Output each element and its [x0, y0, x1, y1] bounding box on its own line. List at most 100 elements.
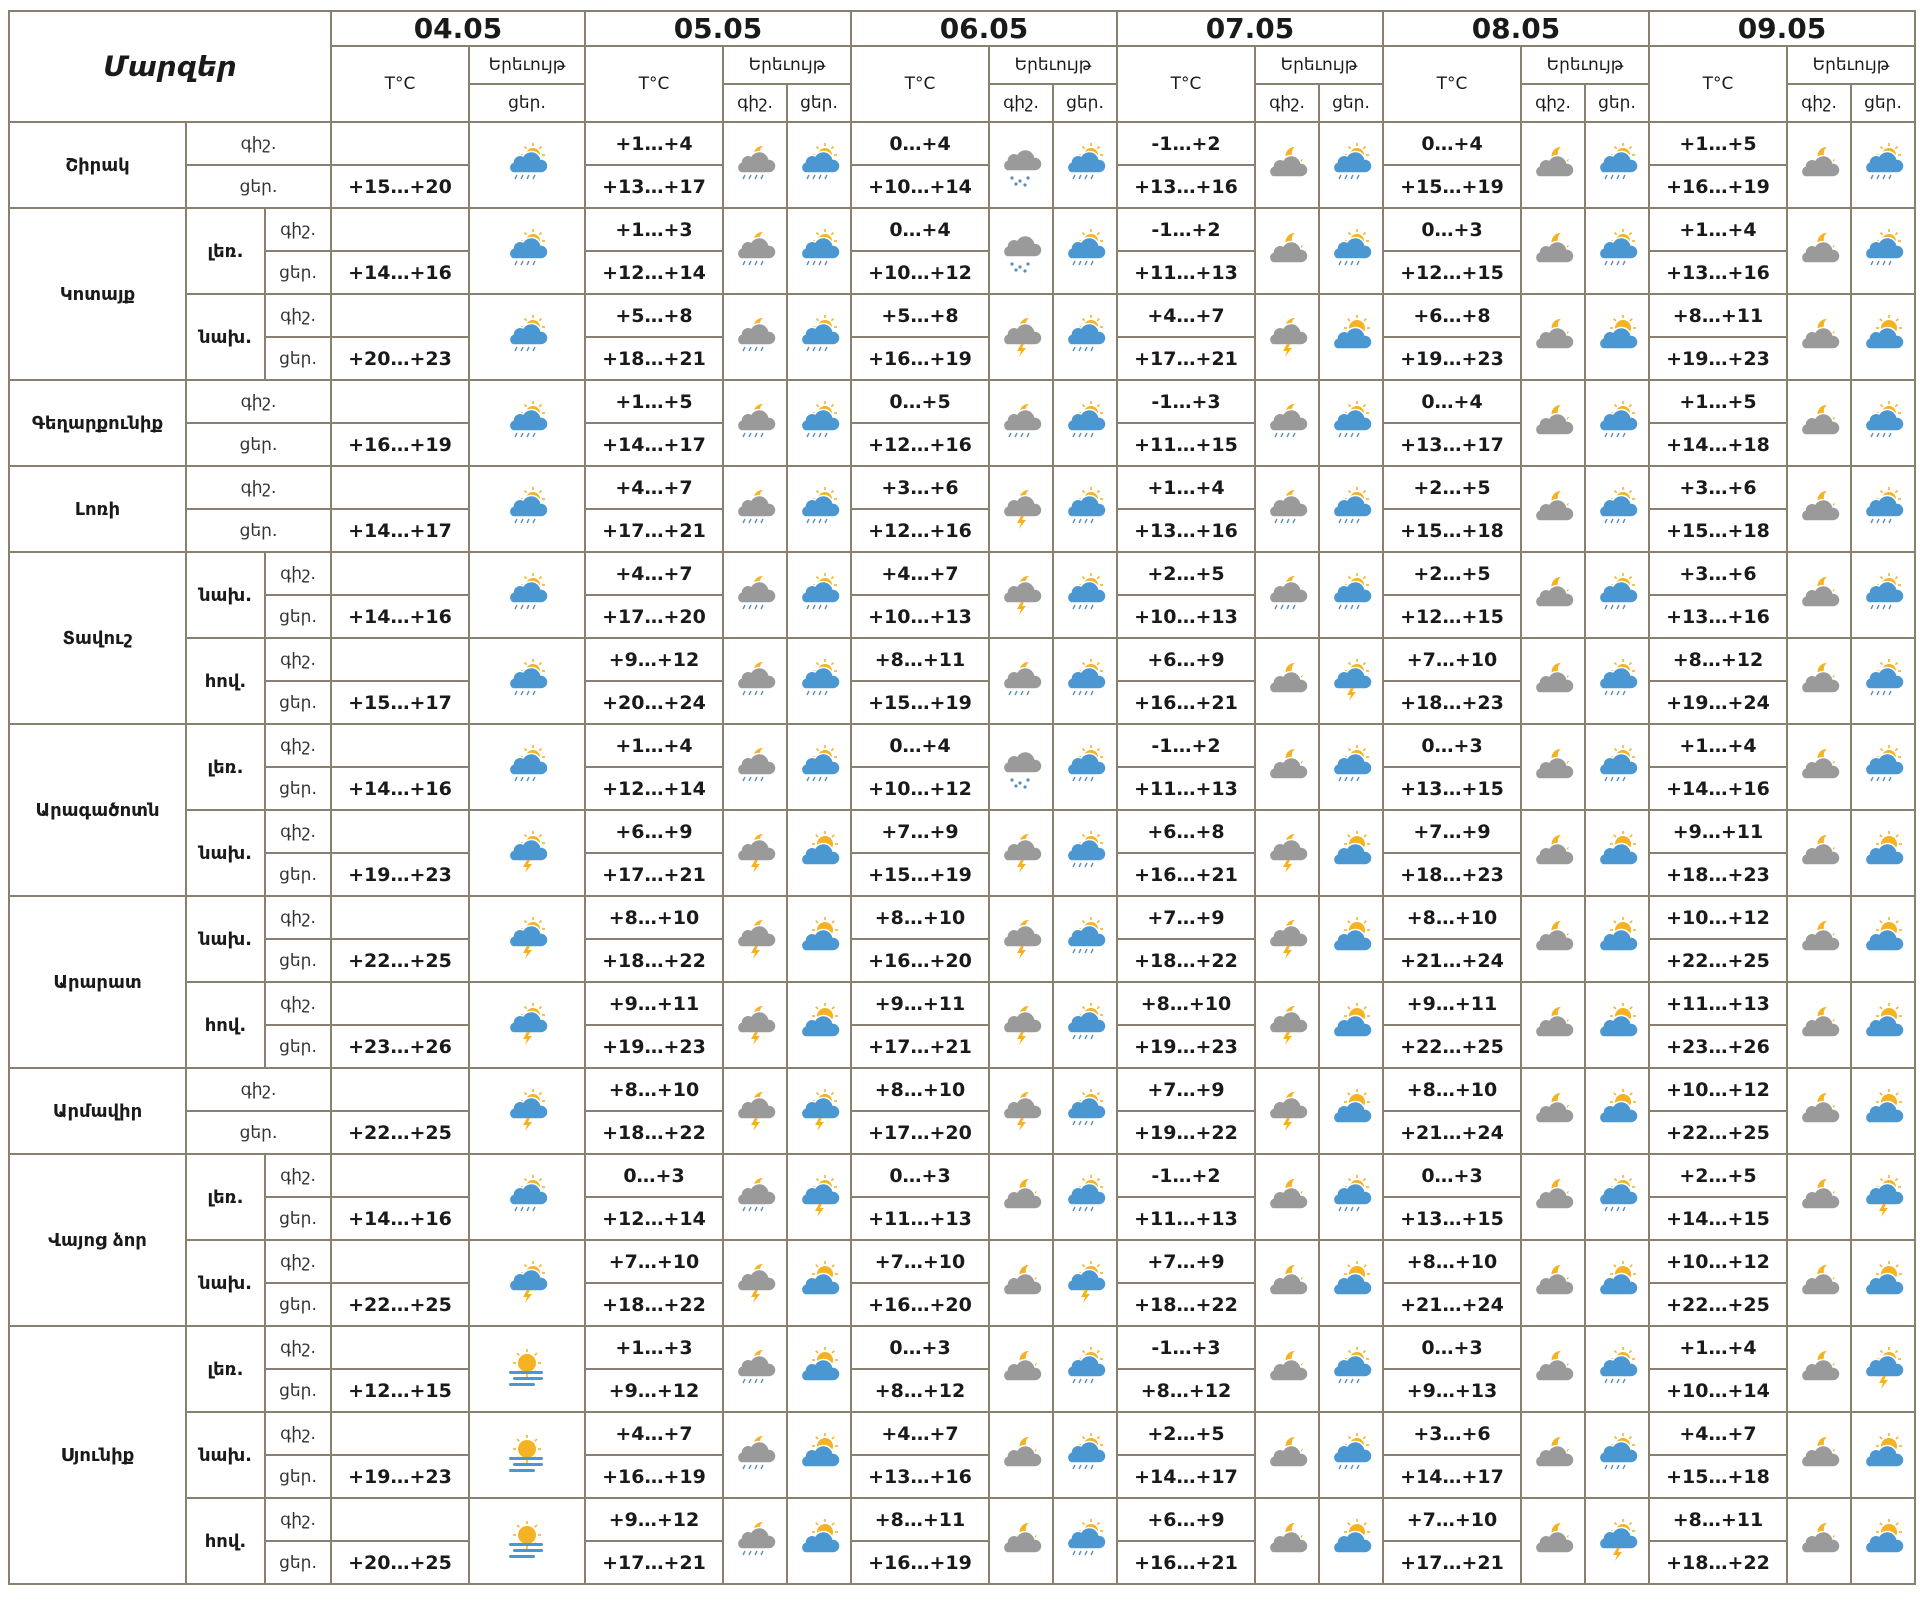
- sun-cloud-rain-icon: [1332, 1175, 1373, 1212]
- night-temp: 0…+4: [850, 121, 990, 166]
- day-weather-icon-cell: [1584, 895, 1650, 983]
- day-temp: +21…+24: [1382, 1282, 1522, 1327]
- night-temp: +1…+5: [1648, 379, 1788, 424]
- night-temp: 0…+4: [850, 723, 990, 768]
- date-header: 05.05: [584, 10, 852, 47]
- day-temp: +12…+16: [850, 508, 990, 553]
- night-label: գիշ.: [264, 981, 332, 1026]
- moon-cloud-icon: [1268, 1436, 1309, 1468]
- night-weather-icon-cell: [1786, 293, 1852, 381]
- night-label: գիշ.: [264, 207, 332, 252]
- night-subheader: գիշ.: [988, 83, 1054, 123]
- night-weather-icon-cell: [722, 895, 788, 983]
- day-temp: +22…+25: [1648, 1110, 1788, 1155]
- day-temp: +11…+13: [850, 1196, 990, 1241]
- day-weather-icon-cell: [1850, 379, 1916, 467]
- moon-cloud-icon: [1534, 232, 1575, 264]
- table-row: Կոտայք լեռ. գիշ. +1…+3 0…+4 -1…+2 0…+3 +1…+4: [8, 207, 1916, 381]
- day-label: ցեր.: [264, 680, 332, 725]
- sun-cloud-icon: [800, 1347, 841, 1382]
- night-temp: +4…+7: [1648, 1411, 1788, 1456]
- day-weather-icon-cell: [1052, 1325, 1118, 1413]
- night-weather-icon-cell: [1520, 895, 1586, 983]
- sun-cloud-rain-icon: [1066, 315, 1107, 352]
- sun-cloud-icon: [1864, 315, 1905, 350]
- sun-cloud-rain-icon: [1864, 229, 1905, 266]
- sun-fog-icon: [509, 1521, 543, 1558]
- moon-cloud-icon: [1800, 748, 1841, 780]
- moon-cloud-rain-icon: [736, 1349, 777, 1384]
- day-label: ցեր.: [264, 1368, 332, 1413]
- day-temp: +12…+15: [330, 1368, 470, 1413]
- day-temp: +22…+25: [330, 938, 470, 983]
- sun-cloud-storm-icon: [508, 831, 549, 873]
- day-weather-icon-cell: [1052, 1067, 1118, 1155]
- sun-cloud-icon: [800, 1003, 841, 1038]
- sun-cloud-icon: [1598, 1261, 1639, 1296]
- sun-cloud-rain-icon: [800, 487, 841, 524]
- weather-icon-cell: [468, 637, 586, 725]
- night-weather-icon-cell: [988, 379, 1054, 467]
- day-temp: +17…+21: [584, 1540, 724, 1585]
- day-weather-icon-cell: [1052, 551, 1118, 639]
- moon-cloud-icon: [1534, 1092, 1575, 1124]
- night-temp: +7…+10: [1382, 637, 1522, 682]
- night-weather-icon-cell: [1254, 981, 1320, 1069]
- sun-cloud-rain-icon: [1066, 745, 1107, 782]
- day-weather-icon-cell: [1584, 379, 1650, 467]
- day-temp: +19…+23: [1382, 336, 1522, 381]
- sun-cloud-icon: [800, 917, 841, 952]
- weather-icon-cell: [468, 981, 586, 1069]
- moon-cloud-storm-icon: [1268, 833, 1309, 873]
- day-temp: +12…+14: [584, 766, 724, 811]
- day-temp: +16…+20: [850, 1282, 990, 1327]
- region-name: Արագածոտն: [8, 723, 187, 897]
- moon-cloud-icon: [1800, 318, 1841, 350]
- night-weather-icon-cell: [988, 637, 1054, 725]
- day-temp: +10…+12: [850, 766, 990, 811]
- day-temp: +14…+16: [330, 250, 470, 295]
- table-row: Գեղարքունիք գիշ. +1…+5 0…+5 -1…+3 0…+4 +1…+5: [8, 379, 1916, 467]
- day-weather-icon-cell: [1584, 121, 1650, 209]
- day-temp: +22…+25: [330, 1282, 470, 1327]
- day-label: ցեր.: [264, 336, 332, 381]
- moon-cloud-rain-icon: [1002, 403, 1043, 438]
- weather-icon-cell: [468, 551, 586, 639]
- day-temp: +9…+12: [584, 1368, 724, 1413]
- day-weather-icon-cell: [1584, 1411, 1650, 1499]
- sun-cloud-storm-icon: [1864, 1347, 1905, 1389]
- day-temp: +13…+16: [1648, 250, 1788, 295]
- phenomena-header: Երեւույթ: [1786, 45, 1916, 85]
- sun-cloud-storm-icon: [1066, 1261, 1107, 1303]
- day-temp: +14…+17: [1116, 1454, 1256, 1499]
- day-weather-icon-cell: [786, 121, 852, 209]
- night-temp: +9…+12: [584, 637, 724, 682]
- moon-cloud-storm-icon: [736, 1263, 777, 1303]
- night-weather-icon-cell: [722, 207, 788, 295]
- moon-cloud-rain-icon: [736, 145, 777, 180]
- moon-cloud-icon: [1800, 834, 1841, 866]
- night-temp: +10…+12: [1648, 1067, 1788, 1112]
- moon-cloud-rain-icon: [736, 1521, 777, 1556]
- night-label: գիշ.: [264, 551, 332, 596]
- table-row: նախ. գիշ. +7…+10 +7…+10 +7…+9 +8…+10 +10…+12: [9, 1239, 1916, 1327]
- sun-cloud-storm-icon: [1864, 1175, 1905, 1217]
- day-label: ցեր.: [264, 1454, 332, 1499]
- day-temp: +9…+13: [1382, 1368, 1522, 1413]
- sun-cloud-icon: [800, 1261, 841, 1296]
- sun-cloud-rain-icon: [1066, 143, 1107, 180]
- night-temp: +8…+12: [1648, 637, 1788, 682]
- night-temp: 0…+3: [850, 1153, 990, 1198]
- night-temp: [330, 379, 470, 424]
- sun-cloud-storm-icon: [1332, 659, 1373, 701]
- day-weather-icon-cell: [1052, 293, 1118, 381]
- night-weather-icon-cell: [1520, 723, 1586, 811]
- day-temp: +21…+24: [1382, 1110, 1522, 1155]
- day-weather-icon-cell: [1850, 1153, 1916, 1241]
- night-weather-icon-cell: [1786, 723, 1852, 811]
- date-header: 07.05: [1116, 10, 1384, 47]
- day-temp: +20…+25: [330, 1540, 470, 1585]
- night-temp: -1…+3: [1116, 1325, 1256, 1370]
- weather-icon-cell: [468, 1325, 586, 1413]
- zone-name: նախ.: [185, 1411, 266, 1499]
